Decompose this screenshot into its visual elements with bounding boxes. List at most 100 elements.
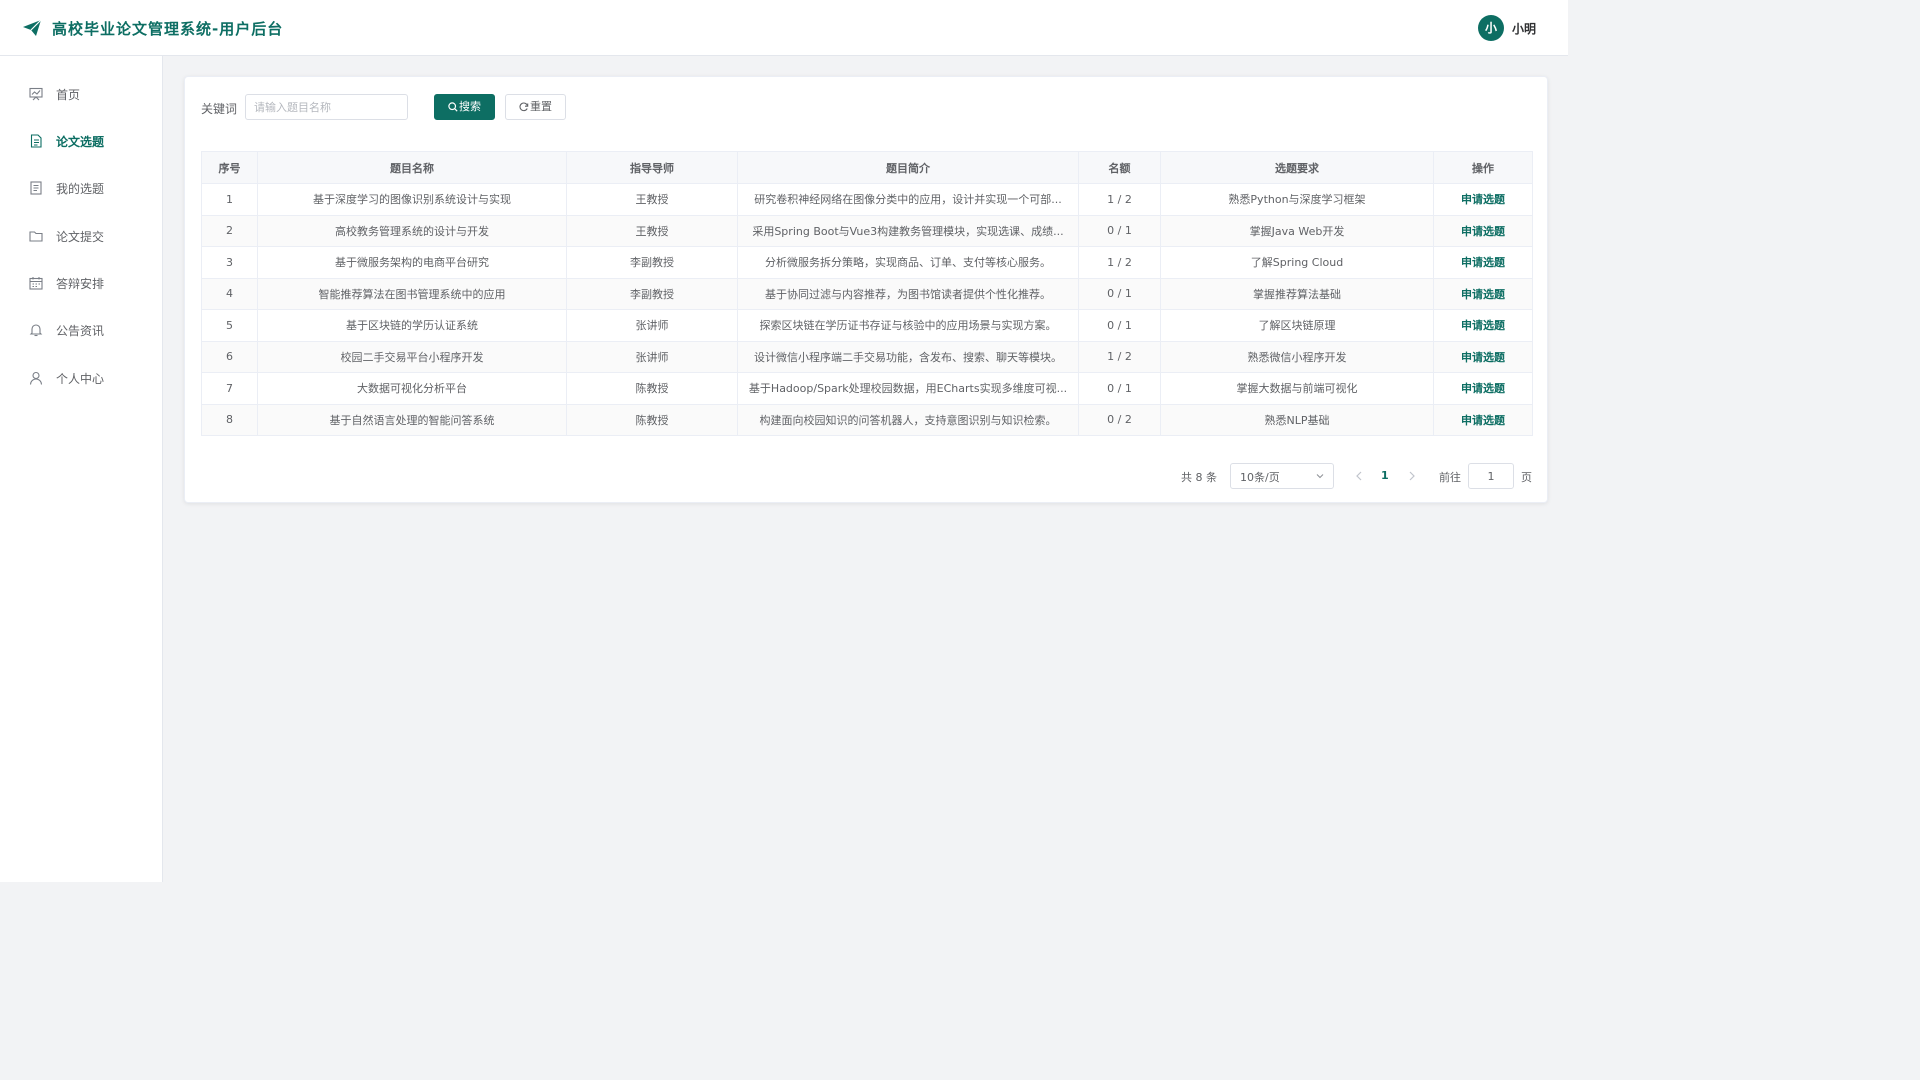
table-row: 2 高校教务管理系统的设计与开发 王教授 采用Spring Boot与Vue3构… (201, 214, 1533, 247)
apply-topic-button[interactable]: 申请选题 (1433, 183, 1533, 216)
bell-icon (29, 324, 43, 337)
apply-topic-button[interactable]: 申请选题 (1433, 372, 1533, 405)
column-header: 选题要求 (1160, 151, 1434, 184)
apply-topic-button[interactable]: 申请选题 (1433, 340, 1533, 373)
cell-index: 1 (201, 183, 258, 216)
cell-advisor: 李副教授 (566, 246, 738, 279)
cell-summary: 基于Hadoop/Spark处理校园数据，用ECharts实现多维度可视... (737, 372, 1079, 405)
column-header: 操作 (1433, 151, 1533, 184)
username[interactable]: 小明 (1512, 20, 1536, 37)
sidebar-item-thesis-topics[interactable]: 论文选题 (0, 121, 162, 161)
cell-advisor: 李副教授 (566, 277, 738, 310)
column-header: 序号 (201, 151, 258, 184)
cell-title: 校园二手交易平台小程序开发 (257, 340, 567, 373)
keyword-label: 关键词 (201, 102, 238, 116)
chevron-left-icon[interactable] (1355, 471, 1363, 481)
cell-requirement: 了解区块链原理 (1160, 309, 1434, 342)
avatar[interactable]: 小 (1478, 15, 1504, 41)
cell-requirement: 熟悉微信小程序开发 (1160, 340, 1434, 373)
cell-index: 2 (201, 214, 258, 247)
search-button[interactable]: 搜索 (434, 94, 495, 120)
cell-quota: 0 / 1 (1078, 277, 1161, 310)
cell-quota: 1 / 2 (1078, 340, 1161, 373)
column-header: 题目简介 (737, 151, 1079, 184)
page-unit-label: 页 (1521, 471, 1532, 484)
cell-summary: 构建面向校园知识的问答机器人，支持意图识别与知识检索。 (737, 403, 1079, 436)
cell-quota: 1 / 2 (1078, 246, 1161, 279)
pagination: 共 8 条 10条/页 1 前往 页 (185, 463, 1549, 489)
table-row: 5 基于区块链的学历认证系统 张讲师 探索区块链在学历证书存证与核验中的应用场景… (201, 309, 1533, 342)
chevron-right-icon[interactable] (1408, 471, 1416, 481)
cell-index: 4 (201, 277, 258, 310)
sidebar-item-my-topics[interactable]: 我的选题 (0, 168, 162, 208)
chevron-down-icon (1316, 474, 1324, 479)
cell-requirement: 掌握大数据与前端可视化 (1160, 372, 1434, 405)
sidebar-item-home[interactable]: 首页 (0, 74, 162, 114)
cell-title: 基于自然语言处理的智能问答系统 (257, 403, 567, 436)
page-size-select[interactable]: 10条/页 (1230, 463, 1334, 489)
cell-advisor: 王教授 (566, 183, 738, 216)
cell-title: 大数据可视化分析平台 (257, 372, 567, 405)
cell-title: 高校教务管理系统的设计与开发 (257, 214, 567, 247)
apply-topic-button[interactable]: 申请选题 (1433, 277, 1533, 310)
sidebar-item-label: 首页 (56, 88, 81, 102)
cell-quota: 0 / 1 (1078, 309, 1161, 342)
goto-page-input[interactable] (1468, 463, 1514, 489)
cell-summary: 采用Spring Boot与Vue3构建教务管理模块，实现选课、成绩... (737, 214, 1079, 247)
current-page[interactable]: 1 (1381, 469, 1389, 482)
sidebar-item-label: 公告资讯 (56, 324, 105, 338)
cell-advisor: 陈教授 (566, 403, 738, 436)
sidebar-item-submission[interactable]: 论文提交 (0, 216, 162, 256)
sidebar-item-label: 个人中心 (56, 372, 105, 386)
cell-summary: 设计微信小程序端二手交易功能，含发布、搜索、聊天等模块。 (737, 340, 1079, 373)
cell-index: 3 (201, 246, 258, 279)
search-icon (448, 102, 458, 112)
apply-topic-button[interactable]: 申请选题 (1433, 214, 1533, 247)
topics-table: 序号 题目名称 指导导师 题目简介 名额 选题要求 操作 1 基于深度学习的图像… (201, 151, 1533, 436)
page-size-value: 10条/页 (1240, 471, 1280, 484)
cell-requirement: 掌握推荐算法基础 (1160, 277, 1434, 310)
cell-requirement: 掌握Java Web开发 (1160, 214, 1434, 247)
cell-title: 基于区块链的学历认证系统 (257, 309, 567, 342)
cell-advisor: 张讲师 (566, 309, 738, 342)
sidebar-item-announcements[interactable]: 公告资讯 (0, 310, 162, 350)
table-row: 6 校园二手交易平台小程序开发 张讲师 设计微信小程序端二手交易功能，含发布、搜… (201, 340, 1533, 373)
cell-index: 8 (201, 403, 258, 436)
table-header-row: 序号 题目名称 指导导师 题目简介 名额 选题要求 操作 (201, 151, 1533, 184)
cell-advisor: 陈教授 (566, 372, 738, 405)
sidebar-item-defense[interactable]: 答辩安排 (0, 263, 162, 303)
sidebar-item-label: 论文选题 (56, 135, 105, 149)
topics-card: 关键词 搜索 重置 序号 题目名称 指导导师 题目简介 名额 选题要求 操作 1 (184, 76, 1548, 503)
cell-requirement: 了解Spring Cloud (1160, 246, 1434, 279)
table-row: 8 基于自然语言处理的智能问答系统 陈教授 构建面向校园知识的问答机器人，支持意… (201, 403, 1533, 436)
app-title: 高校毕业论文管理系统-用户后台 (52, 20, 284, 38)
sidebar: 首页 论文选题 我的选题 论文提交 答辩安排 公告资讯 个人中心 (0, 56, 163, 882)
cell-quota: 0 / 1 (1078, 372, 1161, 405)
goto-label: 前往 (1439, 471, 1461, 484)
user-icon (29, 371, 43, 385)
cell-requirement: 熟悉Python与深度学习框架 (1160, 183, 1434, 216)
cell-advisor: 王教授 (566, 214, 738, 247)
apply-topic-button[interactable]: 申请选题 (1433, 246, 1533, 279)
cell-title: 智能推荐算法在图书管理系统中的应用 (257, 277, 567, 310)
apply-topic-button[interactable]: 申请选题 (1433, 309, 1533, 342)
cell-index: 7 (201, 372, 258, 405)
reset-button[interactable]: 重置 (505, 94, 566, 120)
sidebar-item-profile[interactable]: 个人中心 (0, 358, 162, 398)
reset-button-label: 重置 (530, 100, 552, 113)
cell-index: 6 (201, 340, 258, 373)
sidebar-item-label: 论文提交 (56, 230, 105, 244)
total-count: 共 8 条 (1181, 471, 1217, 484)
refresh-icon (519, 102, 529, 112)
folder-icon (29, 231, 43, 242)
cell-advisor: 张讲师 (566, 340, 738, 373)
calendar-icon (29, 277, 43, 290)
apply-topic-button[interactable]: 申请选题 (1433, 403, 1533, 436)
sidebar-item-label: 我的选题 (56, 182, 105, 196)
cell-index: 5 (201, 309, 258, 342)
keyword-input[interactable] (245, 94, 408, 120)
table-row: 7 大数据可视化分析平台 陈教授 基于Hadoop/Spark处理校园数据，用E… (201, 372, 1533, 405)
document-icon (30, 134, 42, 148)
sidebar-item-label: 答辩安排 (56, 277, 105, 291)
cell-summary: 分析微服务拆分策略，实现商品、订单、支付等核心服务。 (737, 246, 1079, 279)
